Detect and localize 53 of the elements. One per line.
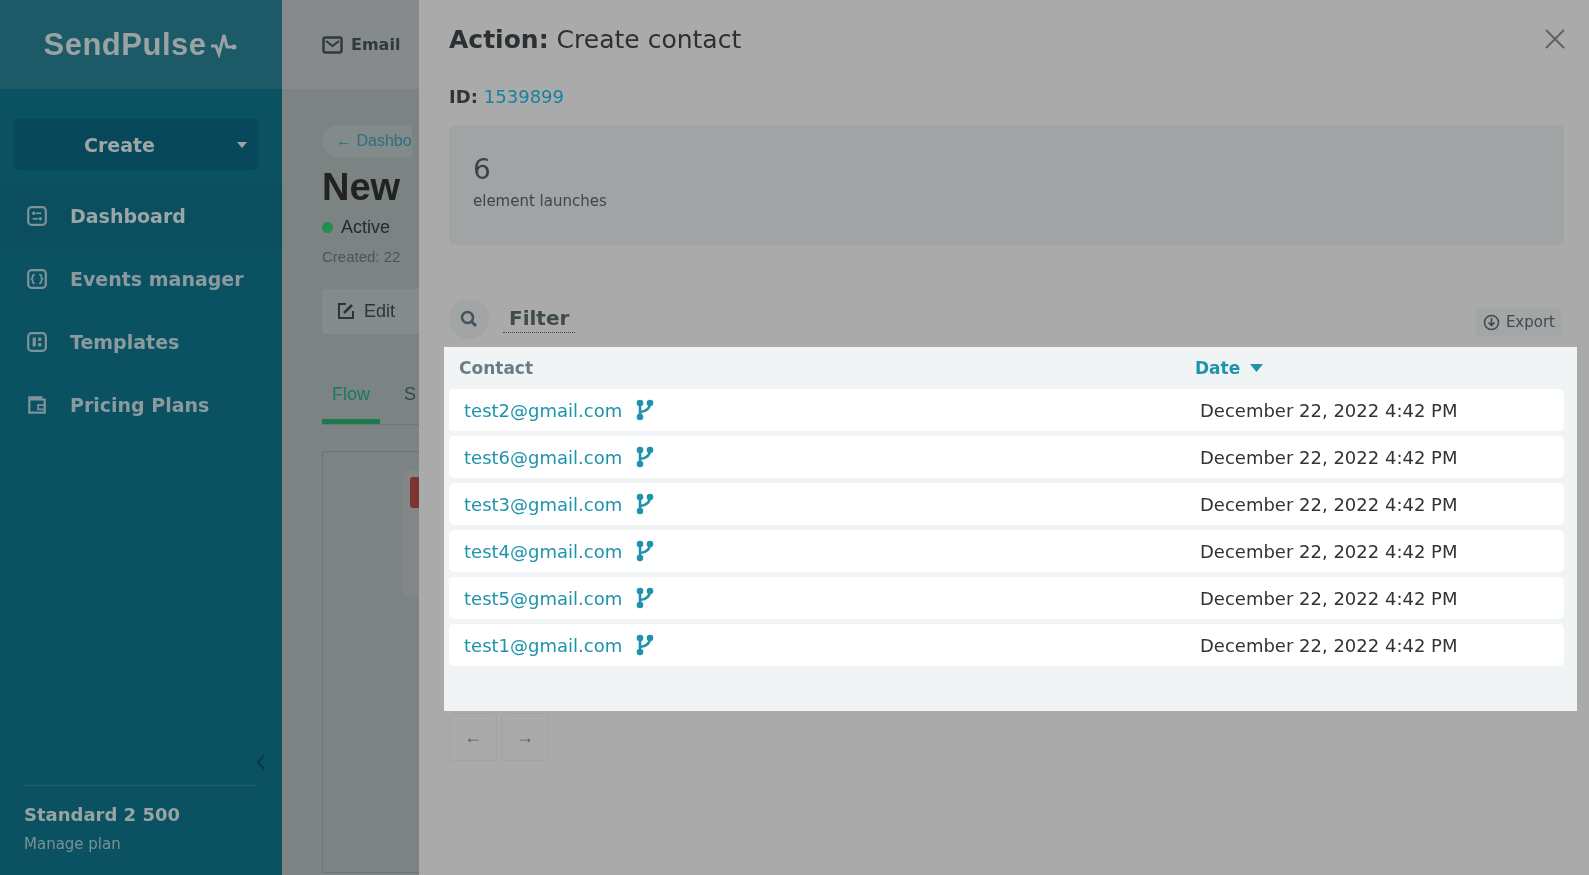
tab[interactable]: S xyxy=(394,383,419,424)
search-icon xyxy=(460,310,478,328)
branch-icon[interactable] xyxy=(636,493,655,515)
date-cell-text: December 22, 2022 4:42 PM xyxy=(1200,493,1459,515)
filter-button[interactable]: Filter xyxy=(503,305,576,333)
contact-link[interactable]: test3@gmail.com xyxy=(464,493,623,515)
plan-name: Standard 2 500 xyxy=(24,804,181,825)
contact-link[interactable]: test4@gmail.com xyxy=(464,540,623,562)
sidebar-item[interactable]: Events manager xyxy=(0,247,282,310)
sidebar-item[interactable]: Dashboard xyxy=(0,184,282,247)
branch-icon[interactable] xyxy=(636,540,655,562)
layout-icon xyxy=(26,330,48,353)
braces-icon xyxy=(26,267,48,290)
contact-link[interactable]: test5@gmail.com xyxy=(464,587,623,609)
status-label: Active xyxy=(341,216,391,238)
search-button[interactable] xyxy=(449,299,489,339)
panel-title: Action: Create contact xyxy=(449,24,742,54)
date-cell-text: December 22, 2022 4:42 PM xyxy=(1200,634,1459,656)
caret-icon xyxy=(237,141,247,148)
close-icon[interactable] xyxy=(1544,28,1566,50)
download-icon xyxy=(1482,313,1500,331)
column-header[interactable]: Contact xyxy=(459,358,1195,378)
date-cell-text: December 22, 2022 4:42 PM xyxy=(1200,587,1459,609)
branch-icon[interactable] xyxy=(636,587,655,609)
manage-plan-link[interactable]: Manage plan xyxy=(24,835,121,853)
edit-icon xyxy=(336,301,356,322)
contact-link[interactable]: test6@gmail.com xyxy=(464,446,623,468)
id-label: ID: xyxy=(449,86,478,107)
sidebar-item[interactable]: Pricing Plans xyxy=(0,373,282,436)
stat-value: 6 xyxy=(473,153,492,186)
envelope-icon xyxy=(322,35,343,54)
branch-icon[interactable] xyxy=(636,399,655,421)
sidebar-item[interactable]: Templates xyxy=(0,310,282,373)
sort-caret-icon xyxy=(1250,364,1264,372)
create-button[interactable]: Create xyxy=(14,119,258,170)
email-tab[interactable]: Email xyxy=(282,0,419,89)
branch-icon[interactable] xyxy=(636,634,655,656)
column-header[interactable]: Date xyxy=(1195,358,1564,378)
export-button[interactable]: Export xyxy=(1475,308,1562,336)
contact-link[interactable]: test2@gmail.com xyxy=(464,399,623,421)
status-dot xyxy=(322,221,333,233)
branch-icon[interactable] xyxy=(636,446,655,468)
contact-link[interactable]: test1@gmail.com xyxy=(464,634,623,656)
edit-button[interactable]: Edit xyxy=(322,288,419,334)
date-cell-text: December 22, 2022 4:42 PM xyxy=(1200,399,1459,421)
wallet-icon xyxy=(26,393,48,416)
stat-label: element launches xyxy=(473,192,608,210)
date-cell-text: December 22, 2022 4:42 PM xyxy=(1200,540,1459,562)
date-cell-text: December 22, 2022 4:42 PM xyxy=(1200,446,1459,468)
logo: SendPulse xyxy=(43,26,239,63)
id-link[interactable]: 1539899 xyxy=(483,86,564,107)
page-title: New xyxy=(322,167,401,209)
dashboard-icon xyxy=(26,204,48,227)
